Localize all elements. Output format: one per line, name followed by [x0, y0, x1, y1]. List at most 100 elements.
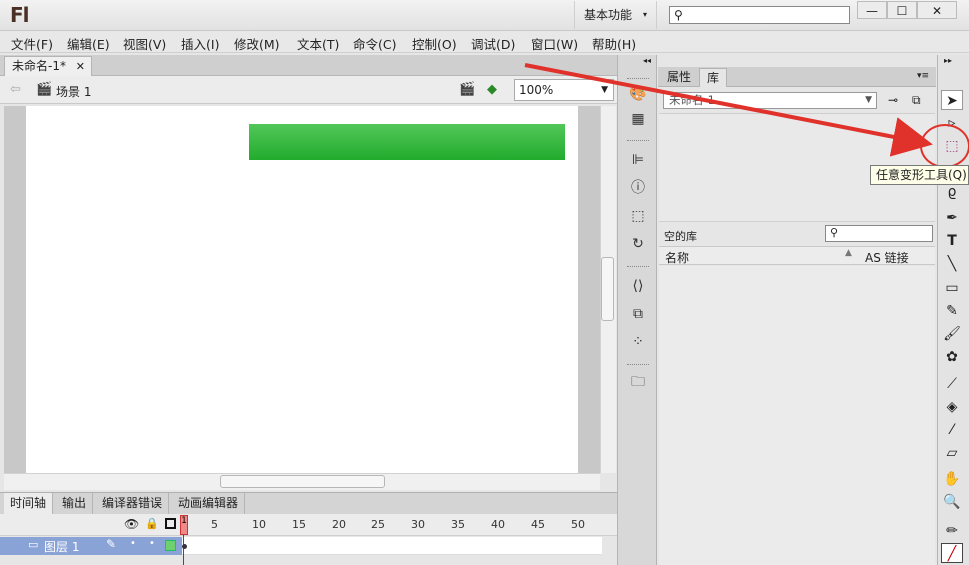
- tab-properties[interactable]: 属性: [660, 68, 698, 87]
- components-panel-icon[interactable]: ⧉: [628, 304, 648, 324]
- bone-tool-icon[interactable]: ⟋: [941, 374, 963, 394]
- menu-debug[interactable]: 调试(D): [471, 34, 515, 53]
- info-panel-icon[interactable]: ⓘ: [628, 178, 648, 198]
- library-document-select[interactable]: 未命名-1 ▼: [663, 92, 877, 109]
- tab-motion-editor[interactable]: 动画编辑器: [172, 493, 246, 514]
- horizontal-scroll-thumb[interactable]: [220, 475, 385, 488]
- column-name-header[interactable]: 名称: [665, 249, 689, 266]
- timeline-header: [0, 514, 617, 536]
- playhead[interactable]: 1: [180, 515, 188, 535]
- tab-library[interactable]: 库: [699, 68, 728, 87]
- clapperboard-icon: 🎬: [36, 82, 53, 97]
- minimize-button[interactable]: —: [857, 1, 887, 19]
- menu-file[interactable]: 文件(F): [11, 34, 53, 53]
- menu-help[interactable]: 帮助(H): [592, 34, 636, 53]
- zoom-value: 100%: [519, 83, 554, 97]
- frame-number: 10: [252, 518, 266, 531]
- tab-compiler-errors[interactable]: 编译器错误: [96, 493, 170, 514]
- document-tab[interactable]: 未命名-1* ✕: [4, 56, 92, 76]
- column-link-header[interactable]: AS 链接: [865, 249, 909, 266]
- menu-commands[interactable]: 命令(C): [353, 34, 396, 53]
- edit-symbols-icon[interactable]: ◆: [487, 82, 497, 97]
- visibility-dot[interactable]: •: [130, 538, 136, 549]
- workspace-switcher[interactable]: 基本功能 ▾: [574, 1, 657, 29]
- sort-up-icon[interactable]: ▲: [845, 248, 852, 258]
- menu-insert[interactable]: 插入(I): [181, 34, 219, 53]
- library-search-input[interactable]: ⚲: [825, 225, 933, 242]
- eye-icon[interactable]: 👁: [124, 517, 139, 531]
- new-library-icon[interactable]: ⧉: [912, 93, 921, 108]
- scene-label: 场景 1: [56, 85, 92, 99]
- frame-number: 50: [571, 518, 585, 531]
- fill-color-icon[interactable]: ╱: [941, 543, 963, 563]
- stroke-color-icon[interactable]: ✏: [941, 521, 963, 541]
- menu-text[interactable]: 文本(T): [297, 34, 339, 53]
- panel-grip[interactable]: [627, 78, 649, 81]
- project-panel-icon[interactable]: 🗀: [628, 372, 648, 392]
- actions-panel-icon[interactable]: ⟨⟩: [628, 276, 648, 296]
- history-panel-icon[interactable]: ↻: [628, 234, 648, 254]
- edit-scene-icon[interactable]: 🎬: [459, 82, 475, 97]
- vertical-scroll-thumb[interactable]: [601, 257, 614, 321]
- back-arrow-icon[interactable]: ⇦: [10, 82, 21, 97]
- menu-modify[interactable]: 修改(M): [234, 34, 280, 53]
- expand-arrows-icon[interactable]: ▸▸: [944, 56, 952, 65]
- menu-control[interactable]: 控制(O): [412, 34, 457, 53]
- close-button[interactable]: ✕: [917, 1, 957, 19]
- document-tab-bar: [0, 55, 617, 76]
- eraser-tool-icon[interactable]: ▱: [941, 443, 963, 463]
- lasso-tool-icon[interactable]: ϱ: [941, 182, 963, 202]
- maximize-button[interactable]: ☐: [887, 1, 917, 19]
- menu-view[interactable]: 视图(V): [123, 34, 166, 53]
- library-column-header: 名称 ▲ AS 链接: [659, 246, 935, 265]
- eyedropper-tool-icon[interactable]: ⁄: [941, 420, 963, 440]
- hand-tool-icon[interactable]: ✋: [941, 469, 963, 489]
- help-search-input[interactable]: ⚲: [669, 6, 850, 24]
- app-logo: Fl: [10, 3, 30, 27]
- tab-timeline[interactable]: 时间轴: [4, 493, 54, 514]
- frame-number: 15: [292, 518, 306, 531]
- menu-edit[interactable]: 编辑(E): [67, 34, 110, 53]
- panel-grip[interactable]: [627, 364, 649, 367]
- keyframe-dot[interactable]: [182, 544, 187, 549]
- layer-color-swatch[interactable]: [165, 540, 176, 551]
- tab-output[interactable]: 输出: [56, 493, 94, 514]
- layer-row[interactable]: ▭ 图层 1 ✎ • •: [0, 537, 182, 555]
- layer-name[interactable]: 图层 1: [44, 538, 79, 555]
- close-icon[interactable]: ✕: [76, 57, 85, 76]
- paint-bucket-tool-icon[interactable]: ◈: [941, 397, 963, 417]
- menu-window[interactable]: 窗口(W): [531, 34, 578, 53]
- frame-number: 25: [371, 518, 385, 531]
- library-item-list[interactable]: [659, 266, 935, 565]
- search-icon: ⚲: [674, 8, 683, 22]
- pencil-icon: ✎: [106, 537, 117, 551]
- deco-tool-icon[interactable]: ✿: [941, 347, 963, 367]
- panel-grip[interactable]: [627, 266, 649, 269]
- panel-grip[interactable]: [627, 140, 649, 143]
- line-tool-icon[interactable]: ╲: [941, 254, 963, 274]
- stage[interactable]: [26, 106, 578, 473]
- color-panel-icon[interactable]: 🎨: [628, 84, 648, 104]
- pen-tool-icon[interactable]: ✒: [941, 208, 963, 228]
- pin-icon[interactable]: ⊸: [888, 93, 898, 107]
- motion-presets-icon[interactable]: ⁘: [628, 332, 648, 352]
- rectangle-tool-icon[interactable]: ▭: [941, 278, 963, 298]
- green-rectangle-shape[interactable]: [249, 124, 565, 160]
- zoom-select[interactable]: 100% ▼: [514, 79, 614, 101]
- selection-tool-icon[interactable]: ➤: [941, 90, 963, 110]
- outline-icon[interactable]: [165, 518, 176, 529]
- collapse-arrows-icon[interactable]: ◂◂: [643, 56, 651, 65]
- lock-icon[interactable]: 🔒: [145, 517, 159, 530]
- playhead-line: [183, 535, 184, 565]
- pencil-tool-icon[interactable]: ✎: [941, 301, 963, 321]
- panel-menu-icon[interactable]: ▾≡: [917, 71, 929, 81]
- text-tool-icon[interactable]: T: [941, 231, 963, 251]
- align-panel-icon[interactable]: ⊫: [628, 150, 648, 170]
- transform-panel-icon[interactable]: ⬚: [628, 206, 648, 226]
- swatches-panel-icon[interactable]: ▦: [628, 109, 648, 129]
- lock-dot[interactable]: •: [149, 538, 155, 549]
- layer-frames[interactable]: [182, 537, 602, 555]
- chevron-down-icon: ▼: [601, 85, 608, 95]
- brush-tool-icon[interactable]: 🖌: [941, 324, 963, 344]
- zoom-tool-icon[interactable]: 🔍: [941, 492, 963, 512]
